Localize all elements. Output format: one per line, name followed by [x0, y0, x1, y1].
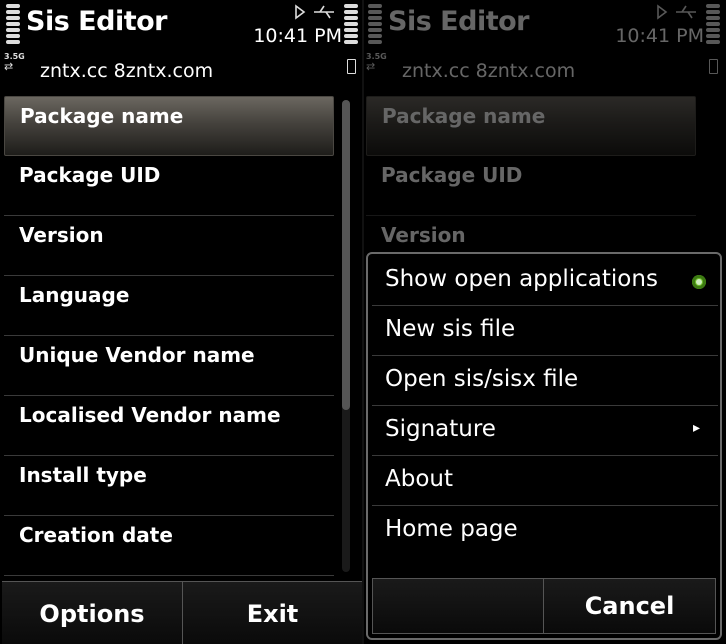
subtitle: zntx.cc 8zntx.com	[402, 60, 576, 82]
list-item-package-name[interactable]: Package name	[4, 96, 334, 156]
app-title: Sis Editor	[388, 6, 529, 37]
cancel-button[interactable]: Cancel	[544, 579, 715, 633]
menu-item-signature[interactable]: Signature ▸	[372, 406, 718, 456]
empty-softkey	[373, 579, 544, 633]
menu-item-show-open-applications[interactable]: Show open applications	[372, 256, 718, 306]
settings-list: Package name Package UID Version	[366, 96, 696, 276]
settings-list: Package name Package UID Version Languag…	[4, 96, 334, 576]
battery-level-icon	[706, 4, 720, 46]
menu-item-about[interactable]: About	[372, 456, 718, 506]
subtitle: zntx.cc 8zntx.com	[40, 60, 214, 82]
data-transfer-icon: ⇄	[4, 60, 14, 73]
popup-softkey-bar: Cancel	[372, 578, 716, 634]
menu-item-open-sis-file[interactable]: Open sis/sisx file	[372, 356, 718, 406]
menu-item-home-page[interactable]: Home page	[372, 506, 718, 556]
list-item-localised-vendor-name[interactable]: Localised Vendor name	[4, 396, 334, 456]
options-popup-menu: Show open applications New sis file Open…	[366, 252, 722, 640]
list-item-language[interactable]: Language	[4, 276, 334, 336]
options-softkey[interactable]: Options	[2, 582, 183, 644]
menu-item-new-sis-file[interactable]: New sis file	[372, 306, 718, 356]
menu-screen: Sis Editor 10:41 PM 3.5G ⇄ zntx.cc 8zntx…	[364, 0, 724, 644]
options-menu-list: Show open applications New sis file Open…	[372, 256, 718, 556]
list-item-version[interactable]: Version	[4, 216, 334, 276]
list-item-package-uid[interactable]: Package UID	[4, 156, 334, 216]
clock: 10:41 PM	[253, 25, 342, 47]
list-item-creation-date[interactable]: Creation date	[4, 516, 334, 576]
battery-level-icon	[344, 4, 358, 46]
list-item-install-type[interactable]: Install type	[4, 456, 334, 516]
main-screen: Sis Editor 10:41 PM 3.5G ⇄ zntx.cc 8zntx…	[2, 0, 362, 644]
app-title: Sis Editor	[26, 6, 167, 37]
green-dot-icon	[692, 275, 706, 289]
signal-strength-icon	[368, 4, 382, 46]
usb-icon	[657, 4, 696, 20]
list-item-package-uid: Package UID	[366, 156, 696, 216]
submenu-arrow-icon: ▸	[692, 420, 700, 436]
exit-softkey[interactable]: Exit	[183, 582, 362, 644]
data-transfer-icon: ⇄	[366, 60, 376, 73]
list-item-package-name: Package name	[366, 96, 696, 156]
signal-strength-icon	[6, 4, 20, 46]
battery-icon	[709, 59, 718, 74]
clock: 10:41 PM	[615, 25, 704, 47]
list-item-unique-vendor-name[interactable]: Unique Vendor name	[4, 336, 334, 396]
scrollbar-thumb[interactable]	[342, 100, 350, 410]
battery-icon	[347, 59, 356, 74]
usb-icon	[295, 4, 334, 20]
softkey-bar: Options Exit	[2, 581, 362, 644]
